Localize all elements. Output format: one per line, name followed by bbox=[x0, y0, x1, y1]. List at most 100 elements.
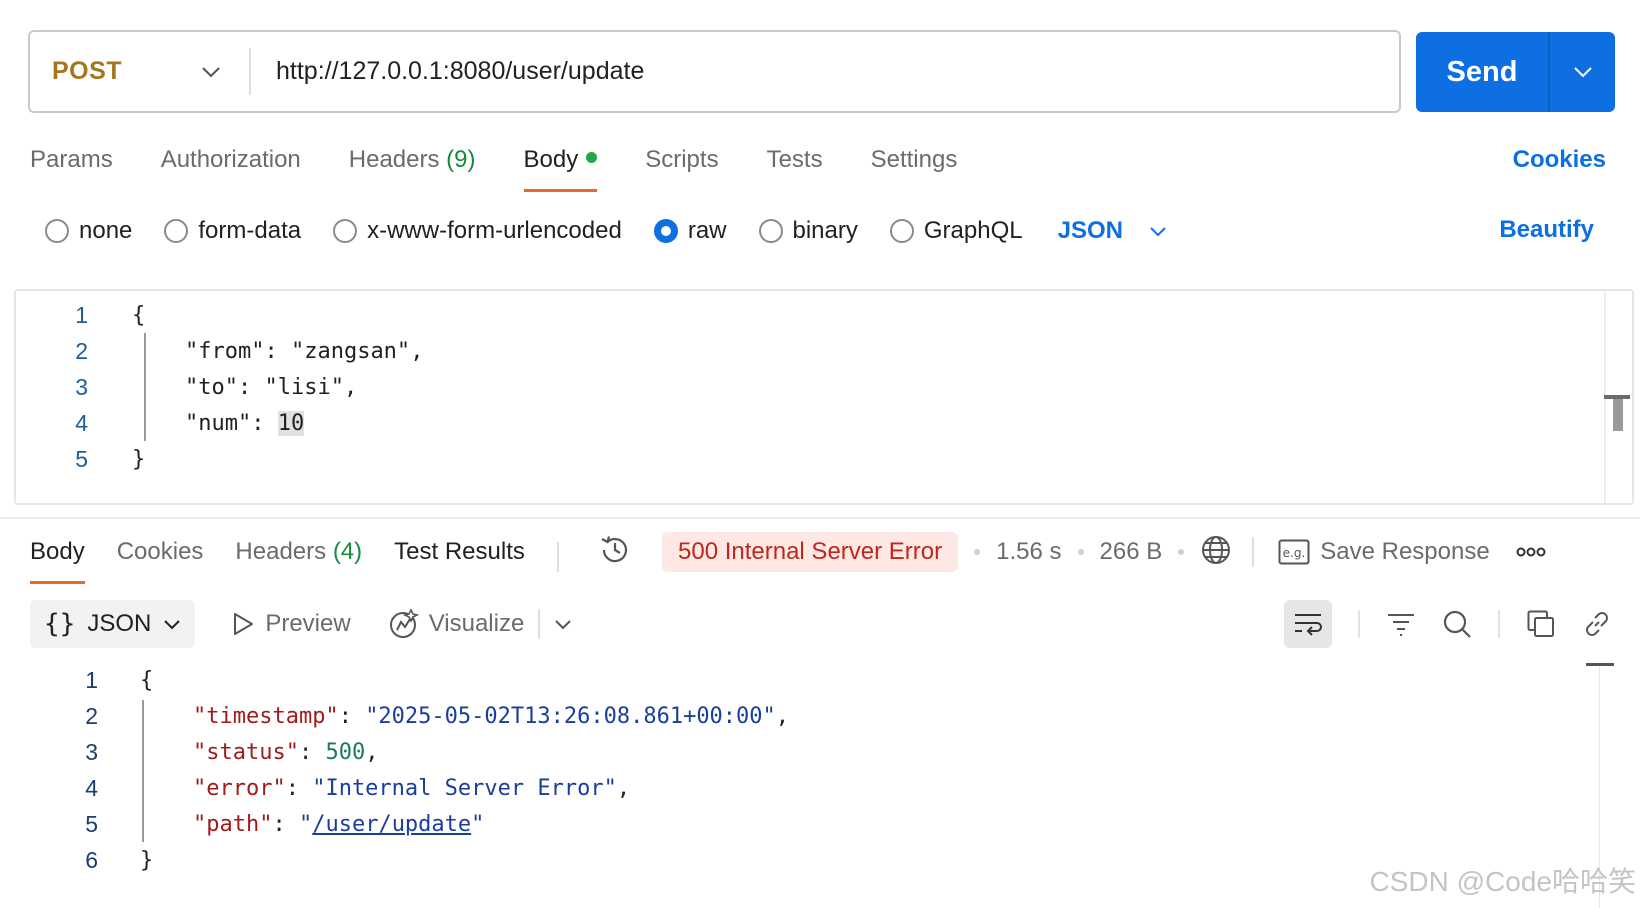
code-text: { bbox=[88, 303, 145, 328]
radio-form-data-label: form-data bbox=[198, 217, 302, 244]
code-text: "to": "lisi", bbox=[184, 374, 358, 400]
code-line: 6 } bbox=[30, 842, 789, 878]
tab-tests-label: Tests bbox=[766, 146, 823, 173]
path-link[interactable]: /user/update bbox=[312, 812, 471, 837]
code-line: 4 "num": 10 bbox=[16, 405, 423, 441]
send-button[interactable]: Send bbox=[1416, 32, 1550, 112]
beautify-button[interactable]: Beautify bbox=[1499, 216, 1594, 244]
response-toolbar: {} JSON Preview Visualize bbox=[30, 600, 582, 648]
code-text: "timestamp": "2025-05-02T13:26:08.861+00… bbox=[192, 703, 790, 729]
line-number: 4 bbox=[85, 774, 98, 801]
code-line: 1 { bbox=[30, 662, 789, 698]
code-line: 2 "timestamp": "2025-05-02T13:26:08.861+… bbox=[30, 698, 789, 734]
send-options-button[interactable] bbox=[1550, 32, 1615, 112]
tab-authorization[interactable]: Authorization bbox=[161, 138, 301, 192]
resp-tab-headers[interactable]: Headers (4) bbox=[235, 530, 362, 584]
tab-headers[interactable]: Headers (9) bbox=[349, 138, 476, 192]
code-text: { bbox=[98, 668, 153, 693]
visualize-button[interactable]: Visualize bbox=[387, 608, 524, 640]
chevron-down-icon bbox=[1150, 226, 1166, 236]
wrap-lines-button[interactable] bbox=[1284, 600, 1332, 648]
code-text: } bbox=[98, 848, 153, 873]
json-key: "to" bbox=[184, 374, 238, 400]
tab-scripts[interactable]: Scripts bbox=[645, 138, 718, 192]
method-label: POST bbox=[52, 57, 123, 85]
resp-tab-cookies-label: Cookies bbox=[116, 538, 204, 565]
line-number: 4 bbox=[75, 409, 88, 436]
line-number: 2 bbox=[75, 337, 88, 364]
send-button-group: Send bbox=[1416, 32, 1615, 112]
line-number: 5 bbox=[75, 445, 88, 472]
response-time[interactable]: 1.56 s bbox=[996, 538, 1061, 566]
line-number: 3 bbox=[85, 738, 98, 765]
tab-separator bbox=[556, 542, 559, 572]
method-select[interactable]: POST bbox=[30, 32, 251, 111]
copy-icon[interactable] bbox=[1526, 609, 1556, 639]
tab-settings[interactable]: Settings bbox=[871, 138, 958, 192]
tab-params[interactable]: Params bbox=[30, 138, 113, 192]
radio-form-data[interactable]: form-data bbox=[164, 217, 301, 245]
url-input[interactable] bbox=[251, 32, 1399, 111]
response-format-select[interactable]: {} JSON bbox=[30, 600, 196, 648]
preview-button[interactable]: Preview bbox=[231, 610, 351, 638]
radio-binary-label: binary bbox=[792, 217, 858, 244]
resp-tab-headers-label: Headers bbox=[235, 538, 327, 565]
json-value: "2025-05-02T13:26:08.861+00:00" bbox=[365, 703, 776, 729]
cookies-link[interactable]: Cookies bbox=[1513, 146, 1606, 174]
radio-circle-checked bbox=[653, 219, 678, 243]
radio-raw[interactable]: raw bbox=[653, 217, 727, 245]
code-line: 5 } bbox=[16, 441, 423, 477]
visualize-options-button[interactable] bbox=[554, 619, 582, 630]
more-options-icon[interactable] bbox=[1516, 547, 1546, 557]
save-response-label: Save Response bbox=[1320, 538, 1490, 565]
code-line: 5 "path": "/user/update" bbox=[30, 806, 789, 842]
history-icon[interactable] bbox=[598, 533, 632, 572]
response-size[interactable]: 266 B bbox=[1100, 538, 1163, 566]
request-body-editor[interactable]: 1 { 2 "from": "zangsan", 3 "to": "lisi",… bbox=[14, 289, 1634, 505]
json-value: "lisi" bbox=[264, 374, 344, 400]
body-format-label: JSON bbox=[1057, 217, 1123, 244]
resp-tab-body-label: Body bbox=[30, 538, 85, 565]
save-response-button[interactable]: e.g. Save Response bbox=[1278, 538, 1490, 566]
body-type-options: none form-data x-www-form-urlencoded raw… bbox=[45, 211, 1167, 251]
close-brace: } bbox=[132, 446, 146, 472]
play-icon bbox=[234, 613, 254, 635]
radio-circle bbox=[889, 219, 914, 243]
resp-tab-test-results[interactable]: Test Results bbox=[394, 530, 525, 584]
chevron-down-icon bbox=[555, 619, 572, 629]
open-brace: { bbox=[140, 667, 154, 693]
code-line: 1 { bbox=[16, 297, 423, 333]
meta-divider bbox=[1252, 537, 1255, 567]
search-icon[interactable] bbox=[1442, 609, 1472, 639]
code-text: "num": 10 bbox=[184, 410, 305, 436]
globe-icon[interactable] bbox=[1200, 534, 1232, 571]
radio-none[interactable]: none bbox=[45, 217, 132, 245]
json-value: "Internal Server Error" bbox=[312, 775, 617, 801]
code-line: 3 "status": 500, bbox=[30, 734, 789, 770]
svg-text:e.g.: e.g. bbox=[1283, 546, 1306, 560]
pane-divider[interactable] bbox=[0, 517, 1640, 519]
request-bar: POST bbox=[28, 30, 1401, 113]
resp-tab-body[interactable]: Body bbox=[30, 530, 85, 584]
resp-tab-cookies[interactable]: Cookies bbox=[117, 530, 204, 584]
code-text: "from": "zangsan", bbox=[184, 338, 424, 364]
code-line: 2 "from": "zangsan", bbox=[16, 333, 423, 369]
meta-separator bbox=[974, 549, 981, 555]
json-key: "path" bbox=[192, 811, 273, 837]
tab-tests[interactable]: Tests bbox=[767, 138, 823, 192]
json-key: "status" bbox=[192, 739, 299, 765]
tab-body[interactable]: Body bbox=[523, 138, 598, 192]
meta-separator bbox=[1077, 549, 1084, 555]
radio-urlencoded[interactable]: x-www-form-urlencoded bbox=[333, 217, 622, 245]
radio-binary[interactable]: binary bbox=[758, 217, 858, 245]
radio-graphql[interactable]: GraphQL bbox=[889, 217, 1023, 245]
body-format-select[interactable]: JSON bbox=[1058, 217, 1167, 245]
filter-icon[interactable] bbox=[1386, 611, 1416, 637]
editor-scrollbar-thumb[interactable] bbox=[1613, 399, 1623, 431]
preview-label: Preview bbox=[265, 610, 351, 637]
toolbar-separator bbox=[1498, 610, 1500, 638]
chevron-down-icon bbox=[1573, 67, 1592, 78]
json-value: "zangsan" bbox=[290, 338, 411, 364]
status-badge[interactable]: 500 Internal Server Error bbox=[662, 532, 959, 572]
link-icon[interactable] bbox=[1582, 609, 1612, 639]
